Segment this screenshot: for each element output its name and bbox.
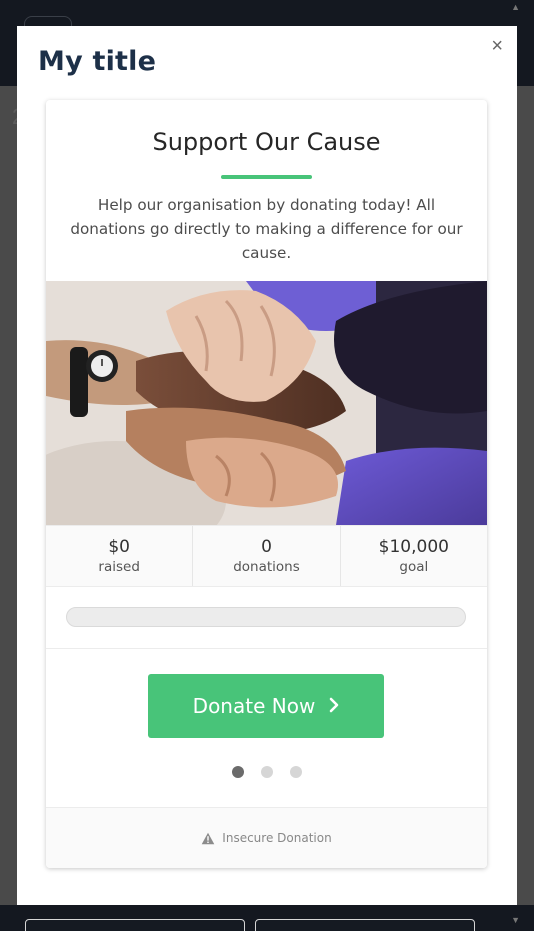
stat-raised: $0 raised — [46, 526, 194, 586]
pager-dot[interactable] — [232, 766, 244, 778]
pager-dot[interactable] — [290, 766, 302, 778]
campaign-description: Help our organisation by donating today!… — [70, 196, 463, 262]
stat-label: raised — [98, 559, 140, 575]
background-card-left — [25, 919, 245, 931]
progress-section — [46, 587, 487, 649]
heading-underline — [221, 175, 312, 179]
background-card-right — [255, 919, 475, 931]
stacked-hands-illustration — [46, 281, 487, 525]
stat-value: 0 — [261, 537, 272, 557]
stat-goal: $10,000 goal — [341, 526, 487, 586]
progress-bar — [66, 607, 466, 627]
insecure-donation-label: Insecure Donation — [222, 831, 332, 845]
stat-label: goal — [399, 559, 429, 575]
donate-button-label: Donate Now — [192, 694, 316, 718]
campaign-heading: Support Our Cause — [152, 128, 381, 156]
chevron-right-icon — [329, 694, 339, 718]
close-icon[interactable]: × — [491, 36, 503, 56]
warning-triangle-icon — [201, 832, 215, 844]
stat-donations: 0 donations — [193, 526, 341, 586]
donation-card: Support Our Cause Help our organisation … — [46, 100, 487, 868]
campaign-image — [46, 281, 487, 525]
campaign-stats: $0 raised 0 donations $10,000 goal — [46, 525, 487, 587]
stat-value: $10,000 — [378, 537, 449, 557]
scroll-up-arrow-icon[interactable]: ▲ — [511, 2, 520, 12]
card-footer: Insecure Donation — [46, 807, 487, 868]
donate-now-button[interactable]: Donate Now — [148, 674, 384, 738]
modal-title: My title — [38, 46, 157, 77]
pager-dot[interactable] — [261, 766, 273, 778]
modal-dialog: My title × Support Our Cause Help our or… — [17, 26, 517, 905]
stat-label: donations — [233, 559, 300, 575]
stat-value: $0 — [108, 537, 130, 557]
scroll-down-arrow-icon[interactable]: ▼ — [511, 915, 520, 925]
pager-dots — [232, 766, 302, 778]
